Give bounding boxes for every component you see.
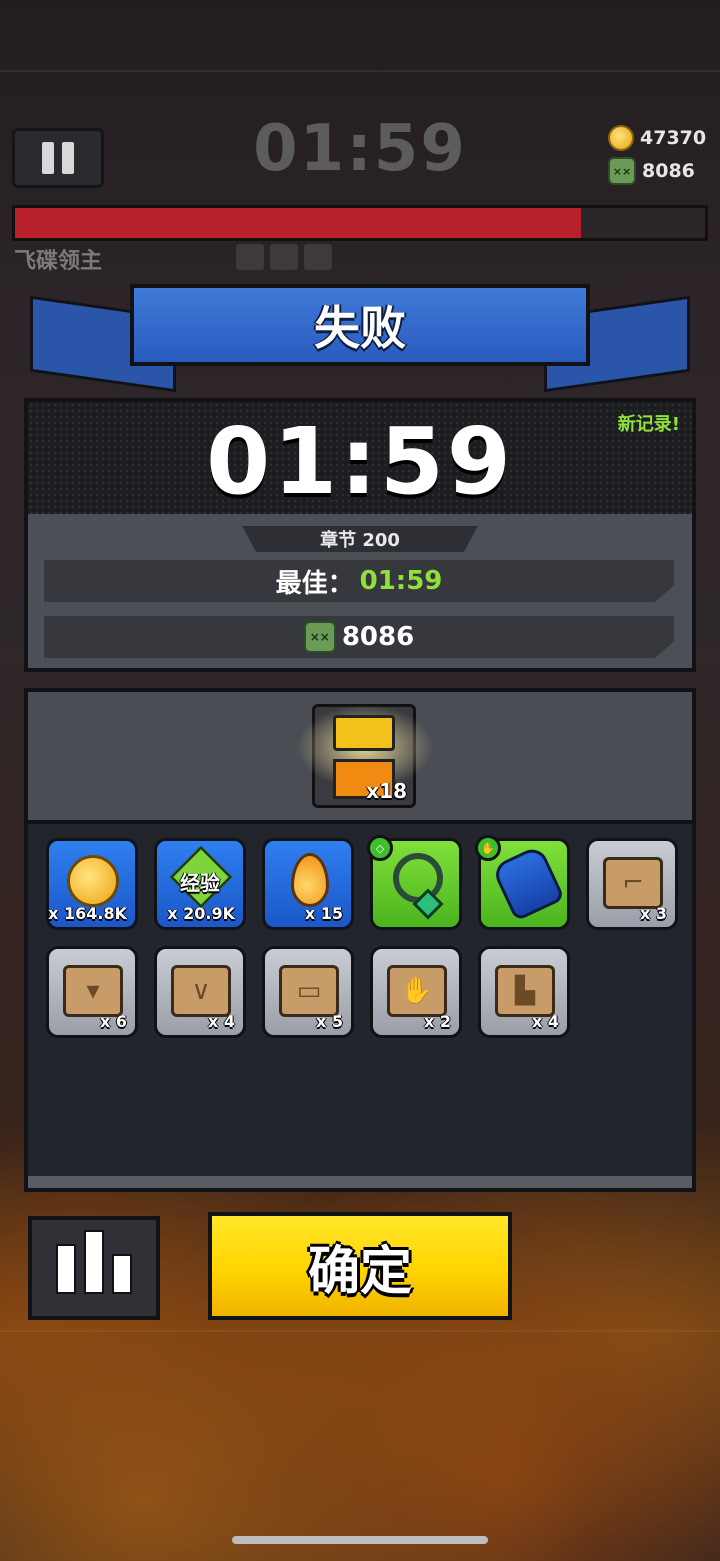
belt-scroll-icon: ▭ (279, 965, 339, 1017)
reward-qty: x 2 (423, 1012, 451, 1031)
reward-qty: x 20.9K (167, 904, 235, 923)
kills-row: ×× 8086 (44, 616, 674, 658)
reward-scroll-weapon[interactable]: ⌐ x 3 (586, 838, 678, 930)
panel-bottom-strip (28, 1176, 692, 1188)
glove-type-icon: ✋ (475, 835, 501, 861)
reward-fuel[interactable]: x 15 (262, 838, 354, 930)
fuel-drop-icon (291, 853, 329, 907)
total-kills: 8086 (341, 622, 415, 652)
reward-scroll-belt[interactable]: ▭ x 5 (262, 946, 354, 1038)
reward-glove[interactable]: ✋ (475, 835, 570, 930)
pause-icon (42, 142, 54, 174)
chest-area: x18 (28, 692, 692, 824)
skill-icon (236, 244, 264, 270)
reward-qty: x 164.8K (48, 904, 127, 923)
kill-count: 8086 (642, 160, 695, 182)
boss-health-fill (15, 208, 581, 238)
zombie-icon: ×× (303, 621, 336, 653)
survival-time: 01:59 (206, 408, 514, 515)
weapon-scroll-icon: ⌐ (603, 857, 663, 909)
stats-button[interactable] (28, 1216, 160, 1320)
reward-scroll-armor[interactable]: ▾ x 6 (46, 946, 138, 1038)
best-label: 最佳： (275, 568, 354, 599)
result-title: 失败 (130, 284, 590, 366)
chest-lid (333, 715, 395, 751)
reward-scroll-necklace[interactable]: ∨ x 4 (154, 946, 246, 1038)
bar-chart-icon (56, 1244, 76, 1294)
armor-scroll-icon: ▾ (63, 965, 123, 1017)
coin-counter: 47370 (608, 122, 708, 154)
coin-icon (608, 125, 634, 151)
reward-exp[interactable]: 经验 x 20.9K (154, 838, 246, 930)
background-line (0, 1330, 720, 1332)
skill-icon (270, 244, 298, 270)
chapter-label: 章节 200 (242, 526, 478, 552)
reward-qty: x 5 (315, 1012, 343, 1031)
reward-necklace[interactable]: ◇ (367, 835, 462, 930)
result-panel: 01:59 新记录! 章节 200 最佳： 01:59 ×× 8086 (24, 398, 696, 672)
kill-counter: ×× 8086 (608, 155, 708, 187)
reward-qty: x 4 (207, 1012, 235, 1031)
reward-qty: x 6 (99, 1012, 127, 1031)
hud-timer: 01:59 (253, 112, 467, 186)
necklace-type-icon: ◇ (367, 835, 393, 861)
exp-label: 经验 (180, 871, 220, 895)
boss-skill-icons (236, 244, 332, 270)
reward-qty: x 3 (639, 904, 667, 923)
boots-scroll-icon: ▙ (495, 965, 555, 1017)
rewards-panel: x18 x 164.8K 经验 x 20.9K x 15 ◇ ✋ ⌐ x 3 ▾… (24, 688, 696, 1192)
zombie-icon: ×× (608, 157, 636, 185)
time-display: 01:59 新记录! (28, 402, 692, 515)
glove-scroll-icon: ✋ (387, 965, 447, 1017)
glove-icon (490, 844, 566, 922)
boss-name: 飞碟领主 (14, 249, 103, 274)
reward-coin[interactable]: x 164.8K (46, 838, 138, 930)
chest-count: x18 (366, 779, 407, 803)
new-record-label: 新记录! (617, 414, 680, 435)
skill-icon (304, 244, 332, 270)
reward-scroll-boots[interactable]: ▙ x 4 (478, 946, 570, 1038)
best-time: 01:59 (359, 566, 443, 596)
background-line (0, 70, 720, 72)
chest-icon[interactable]: x18 (285, 697, 445, 808)
confirm-button[interactable]: 确定 (208, 1212, 512, 1320)
best-time-row: 最佳： 01:59 (44, 560, 674, 602)
home-indicator[interactable] (232, 1536, 488, 1544)
coin-count: 47370 (640, 127, 707, 149)
coin-icon (67, 855, 119, 907)
reward-qty: x 15 (304, 904, 343, 923)
pause-button[interactable] (12, 128, 104, 188)
boss-health-bar (12, 205, 708, 241)
reward-qty: x 4 (531, 1012, 559, 1031)
necklace-scroll-icon: ∨ (171, 965, 231, 1017)
reward-scroll-glove[interactable]: ✋ x 2 (370, 946, 462, 1038)
